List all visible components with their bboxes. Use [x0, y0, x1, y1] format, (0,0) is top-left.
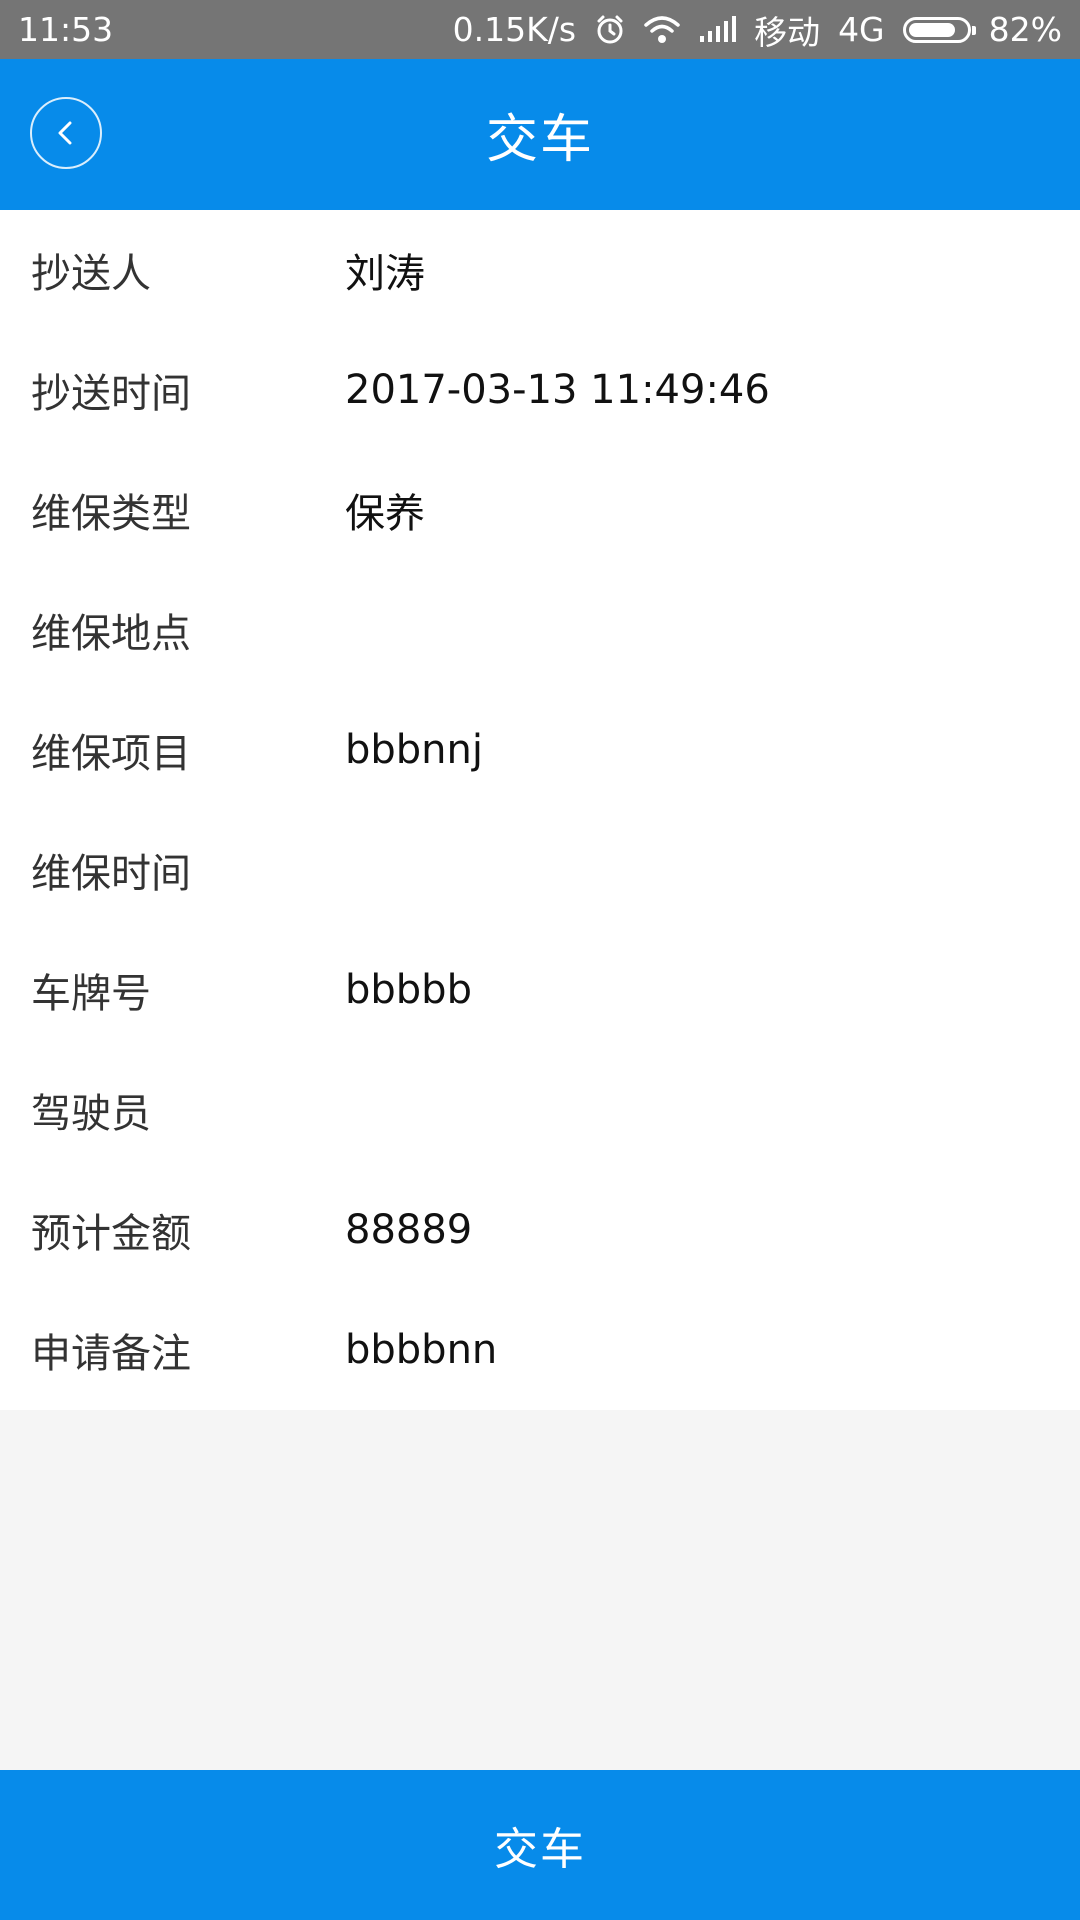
detail-value: bbbnnj: [345, 727, 483, 773]
detail-value: 保养: [345, 491, 425, 537]
battery-percent: 82%: [988, 10, 1062, 49]
carrier-label: 移动: [754, 12, 821, 52]
detail-row: 维保地点: [0, 570, 1080, 690]
detail-row: 预计金额 88889: [0, 1170, 1080, 1290]
detail-value: 2017-03-13 11:49:46: [345, 367, 770, 413]
detail-row: 抄送时间 2017-03-13 11:49:46: [0, 330, 1080, 450]
detail-value: bbbbb: [345, 967, 472, 1013]
status-bar: 11:53 0.15K/s 移动 4G 82%: [0, 0, 1080, 59]
signal-icon: [698, 15, 737, 44]
detail-label: 维保时间: [31, 851, 191, 897]
alarm-icon: [594, 14, 626, 46]
back-button[interactable]: [30, 97, 102, 169]
network-speed: 0.15K/s: [452, 10, 577, 49]
detail-row: 维保类型 保养: [0, 450, 1080, 570]
page-title: 交车: [485, 110, 594, 170]
network-type: 4G: [838, 10, 885, 49]
battery-icon: [902, 16, 976, 43]
chevron-left-icon: [58, 121, 72, 145]
detail-label: 抄送人: [31, 251, 151, 297]
status-right: 0.15K/s 移动 4G 82%: [453, 6, 1062, 54]
status-time: 11:53: [18, 10, 114, 49]
detail-row: 维保时间: [0, 810, 1080, 930]
detail-label: 维保项目: [31, 731, 191, 777]
detail-value: 刘涛: [345, 251, 425, 297]
detail-value: bbbbnn: [345, 1327, 498, 1373]
detail-row: 维保项目 bbbnnj: [0, 690, 1080, 810]
submit-button[interactable]: 交车: [0, 1770, 1080, 1920]
detail-row: 驾驶员: [0, 1050, 1080, 1170]
detail-label: 预计金额: [31, 1211, 191, 1257]
detail-label: 驾驶员: [31, 1091, 151, 1137]
detail-row: 车牌号 bbbbb: [0, 930, 1080, 1050]
detail-label: 维保地点: [31, 611, 191, 657]
app-header: 交车: [0, 59, 1080, 210]
detail-row: 申请备注 bbbbnn: [0, 1290, 1080, 1410]
detail-value: 88889: [345, 1207, 473, 1253]
detail-label: 维保类型: [31, 491, 191, 537]
detail-label: 申请备注: [31, 1331, 191, 1377]
detail-list: 抄送人 刘涛 抄送时间 2017-03-13 11:49:46 维保类型 保养 维保地点 维保…: [0, 210, 1080, 1410]
detail-label: 车牌号: [31, 971, 151, 1017]
battery-fill: [908, 22, 955, 37]
detail-label: 抄送时间: [31, 371, 191, 417]
wifi-icon: [644, 15, 680, 45]
detail-row: 抄送人 刘涛: [0, 210, 1080, 330]
